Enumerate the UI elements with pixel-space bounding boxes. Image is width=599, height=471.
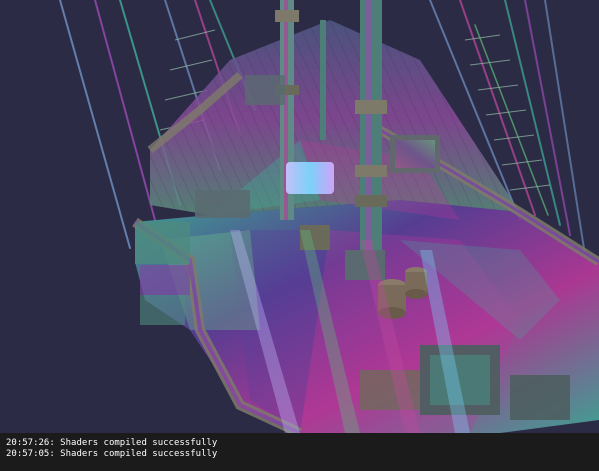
3d-viewport[interactable]: [0, 0, 599, 433]
console-log-line: 20:57:26: Shaders compiled successfully: [6, 438, 218, 448]
output-console: 20:57:26: Shaders compiled successfully …: [0, 433, 599, 471]
hatch-highlight: [286, 162, 334, 194]
console-log-line: 20:57:05: Shaders compiled successfully: [6, 449, 218, 459]
ship-render: [59, 0, 599, 433]
